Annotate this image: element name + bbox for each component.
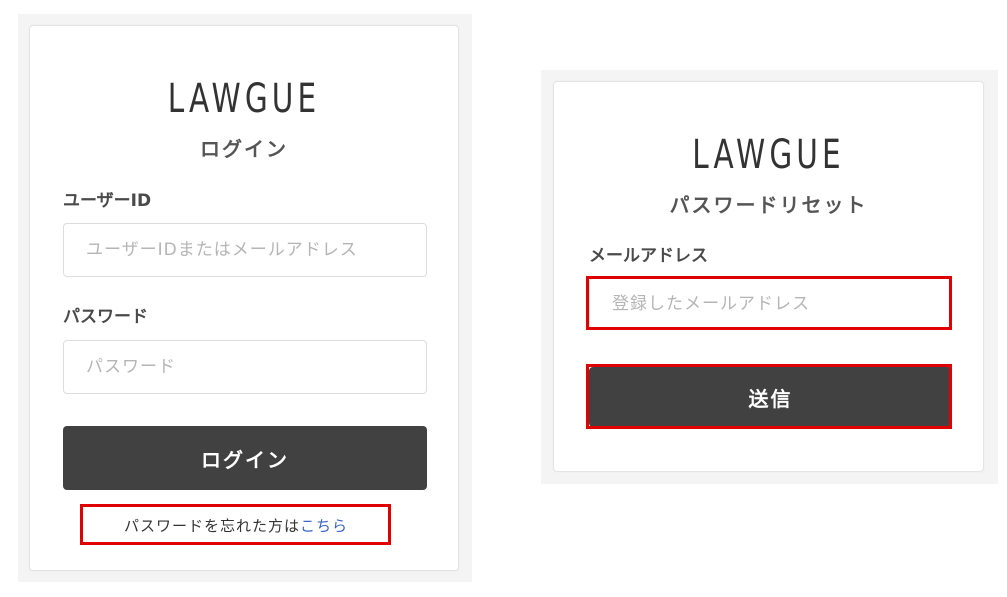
user-id-label: ユーザーID xyxy=(63,191,152,211)
password-input[interactable] xyxy=(63,340,427,394)
login-card: LAWGUE ログイン ユーザーID パスワード ログイン パスワードを忘れた方… xyxy=(29,25,459,571)
reset-logo: LAWGUE xyxy=(692,132,845,178)
login-title: ログイン xyxy=(200,137,288,161)
reset-title: パスワードリセット xyxy=(669,193,868,217)
password-label: パスワード xyxy=(63,307,148,327)
forgot-password-prefix: パスワードを忘れた方は xyxy=(124,517,301,535)
forgot-password-text: パスワードを忘れた方はこちら xyxy=(124,515,348,536)
login-logo: LAWGUE xyxy=(167,76,321,122)
send-button[interactable]: 送信 xyxy=(589,367,952,427)
user-id-input[interactable] xyxy=(63,223,427,277)
login-button[interactable]: ログイン xyxy=(63,426,427,490)
email-input[interactable] xyxy=(589,278,952,329)
forgot-password-link[interactable]: こちら xyxy=(300,517,348,535)
email-label: メールアドレス xyxy=(589,246,708,266)
reset-card: LAWGUE パスワードリセット メールアドレス 送信 xyxy=(553,81,984,472)
